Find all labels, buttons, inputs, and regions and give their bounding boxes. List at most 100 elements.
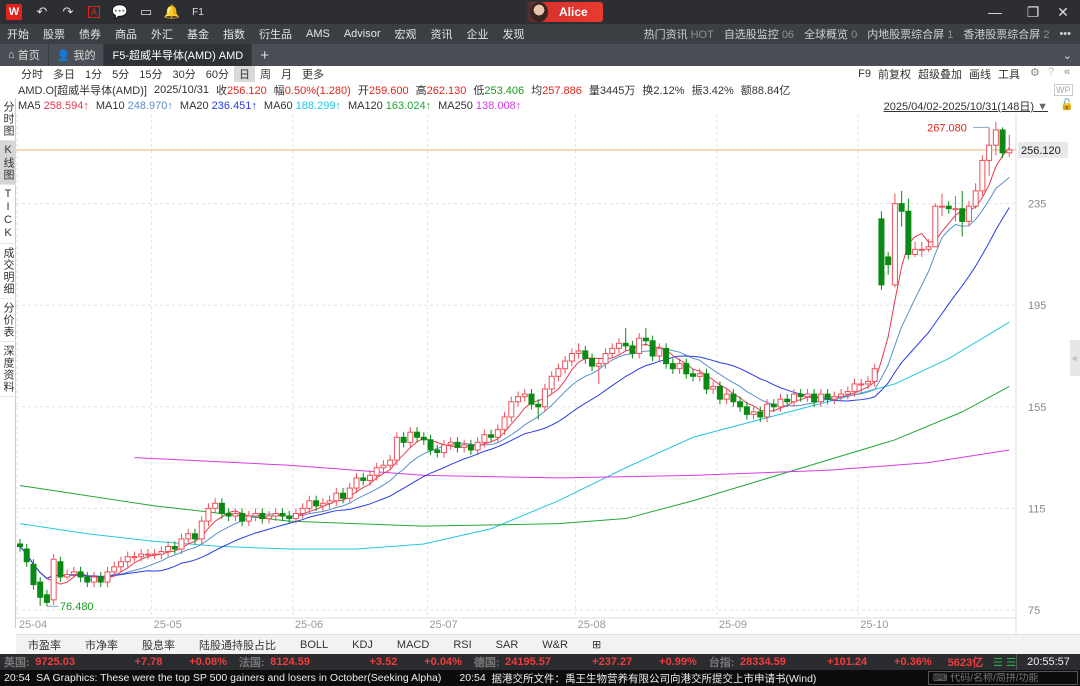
period-tab[interactable]: 月	[276, 66, 297, 82]
tool-button[interactable]: 工具	[998, 66, 1020, 82]
candle	[548, 371, 555, 395]
candle-body	[730, 393, 737, 403]
more-icon[interactable]: •••	[1054, 28, 1076, 40]
candlestick-chart[interactable]: 75 115 155 195 235 25-04 25-05 25-06 25-07 25-08 2…	[16, 114, 1070, 634]
indicator-tab[interactable]: 股息率	[130, 637, 187, 653]
panel-expand-handle[interactable]: «	[1070, 340, 1080, 376]
menu-shortcut[interactable]: 全球概览 0	[799, 26, 862, 42]
indicator-tab[interactable]: 市盈率	[16, 637, 73, 653]
avatar[interactable]	[530, 2, 548, 22]
period-tab[interactable]: 多日	[48, 66, 80, 82]
user-icon: 👤	[56, 49, 71, 62]
candle	[57, 556, 64, 583]
menu-item[interactable]: AMS	[299, 28, 337, 40]
menu-item[interactable]: 基金	[180, 26, 216, 42]
indicator-tab[interactable]: BOLL	[288, 639, 340, 651]
menu-shortcut[interactable]: 热门资讯 HOT	[639, 26, 719, 42]
side-tab[interactable]: 分价表	[0, 299, 16, 342]
period-tab[interactable]: 日	[234, 66, 255, 82]
market-bars-icon[interactable]: ☰ ☰	[993, 656, 1016, 669]
tool-button[interactable]: 画线	[969, 66, 991, 82]
side-tab[interactable]: 分时图	[0, 98, 16, 141]
close-button[interactable]: ✕	[1048, 0, 1078, 24]
wp-icon[interactable]: WP	[1054, 84, 1073, 96]
menu-item[interactable]: 债券	[72, 26, 108, 42]
period-tab[interactable]: 周	[255, 66, 276, 82]
help-icon[interactable]: ?	[1048, 66, 1054, 78]
indicator-tab[interactable]: RSI	[441, 639, 483, 651]
redo-icon[interactable]: ↷	[56, 0, 80, 24]
menu-item[interactable]: 衍生品	[252, 26, 299, 42]
menu-item[interactable]: 指数	[216, 26, 252, 42]
menu-item[interactable]: 商品	[108, 26, 144, 42]
menu-item[interactable]: 宏观	[388, 26, 424, 42]
command-search[interactable]: ⌨	[928, 671, 1078, 685]
settings-icon[interactable]: ⚙	[1030, 66, 1040, 79]
menu-item[interactable]: Advisor	[337, 28, 388, 40]
menu-item[interactable]: 发现	[496, 26, 532, 42]
date-range-selector[interactable]: 2025/04/02-2025/10/31(148日) ▼	[884, 98, 1048, 114]
candle-body	[535, 403, 542, 408]
side-tab[interactable]: 深度资料	[0, 342, 16, 397]
menu-shortcut[interactable]: 内地股票综合屏 1	[862, 26, 958, 42]
tab-mine[interactable]: 👤 我的	[49, 44, 105, 66]
candle-body	[461, 444, 468, 448]
tool-button[interactable]: F9	[858, 68, 871, 80]
period-tab[interactable]: 分时	[16, 66, 48, 82]
news-item[interactable]: SA Graphics: These were the top SP 500 g…	[36, 672, 441, 684]
close-label: 收	[216, 85, 228, 97]
bell-icon[interactable]: 🔔	[160, 0, 184, 24]
restore-button[interactable]: ❐	[1018, 0, 1048, 24]
side-tab[interactable]: TICK	[0, 185, 16, 244]
indicator-tab[interactable]: SAR	[484, 639, 531, 651]
period-tab[interactable]: 60分	[201, 66, 234, 82]
period-tab[interactable]: 5分	[107, 66, 134, 82]
period-tab[interactable]: 更多	[297, 66, 329, 82]
candle-body	[589, 358, 596, 367]
tool-button[interactable]: 前复权	[878, 66, 911, 82]
news-bar[interactable]: 20:54 SA Graphics: These were the top SP…	[0, 670, 1080, 686]
menu-shortcut[interactable]: 香港股票综合屏 2	[958, 26, 1054, 42]
indicator-tab[interactable]: 陆股通持股占比	[187, 637, 288, 653]
undo-icon[interactable]: ↶	[30, 0, 54, 24]
search-input[interactable]	[950, 672, 1071, 684]
tool-button[interactable]: 超级叠加	[918, 66, 962, 82]
tab-amd[interactable]: F5-超威半导体(AMD) AMD	[104, 44, 253, 66]
add-tab-button[interactable]: +	[252, 44, 277, 66]
candle-body	[999, 129, 1006, 154]
candle	[178, 533, 185, 555]
menu-item[interactable]: 开始	[0, 26, 36, 42]
wind-logo[interactable]: W	[6, 4, 22, 20]
indicator-tab[interactable]: KDJ	[340, 639, 385, 651]
font-a-icon[interactable]: A	[82, 0, 106, 24]
menu-item[interactable]: 外汇	[144, 26, 180, 42]
menu-item[interactable]: 股票	[36, 26, 72, 42]
wp-monitor-icon[interactable]: ▭	[134, 0, 158, 24]
period-tab[interactable]: 1分	[80, 66, 107, 82]
chat-icon[interactable]: 💬	[108, 0, 132, 24]
menu-item[interactable]: 资讯	[424, 26, 460, 42]
menu-item[interactable]: 企业	[460, 26, 496, 42]
side-tab[interactable]: 成交明细	[0, 244, 16, 299]
period-tab[interactable]: 15分	[134, 66, 167, 82]
news-item[interactable]: 据港交所文件：禹王生物营养有限公司向港交所提交上市申请书(Wind)	[492, 671, 817, 686]
period-tab[interactable]: 30分	[168, 66, 201, 82]
lock-icon[interactable]: 🔓	[1060, 98, 1074, 111]
candle	[521, 389, 528, 402]
ma-value: 258.594↑	[43, 100, 89, 112]
candle-body	[414, 431, 421, 438]
amplitude-label: 振	[691, 85, 703, 97]
f1-help-icon[interactable]: F1	[186, 0, 210, 24]
tab-home[interactable]: ⌂ 首页	[0, 44, 49, 66]
chevron-down-icon[interactable]: ⌄	[1055, 44, 1080, 66]
candle	[279, 508, 286, 522]
collapse-icon[interactable]: «	[1064, 66, 1070, 78]
side-tab[interactable]: K线图	[0, 141, 16, 185]
indicator-tab[interactable]: MACD	[385, 639, 441, 651]
candle	[642, 328, 649, 346]
minimize-button[interactable]: —	[980, 0, 1010, 24]
indicator-tab[interactable]: 市净率	[73, 637, 130, 653]
indicator-tab[interactable]: ⊞	[580, 638, 613, 651]
indicator-tab[interactable]: W&R	[530, 639, 580, 651]
menu-shortcut[interactable]: 自选股监控 06	[719, 26, 799, 42]
